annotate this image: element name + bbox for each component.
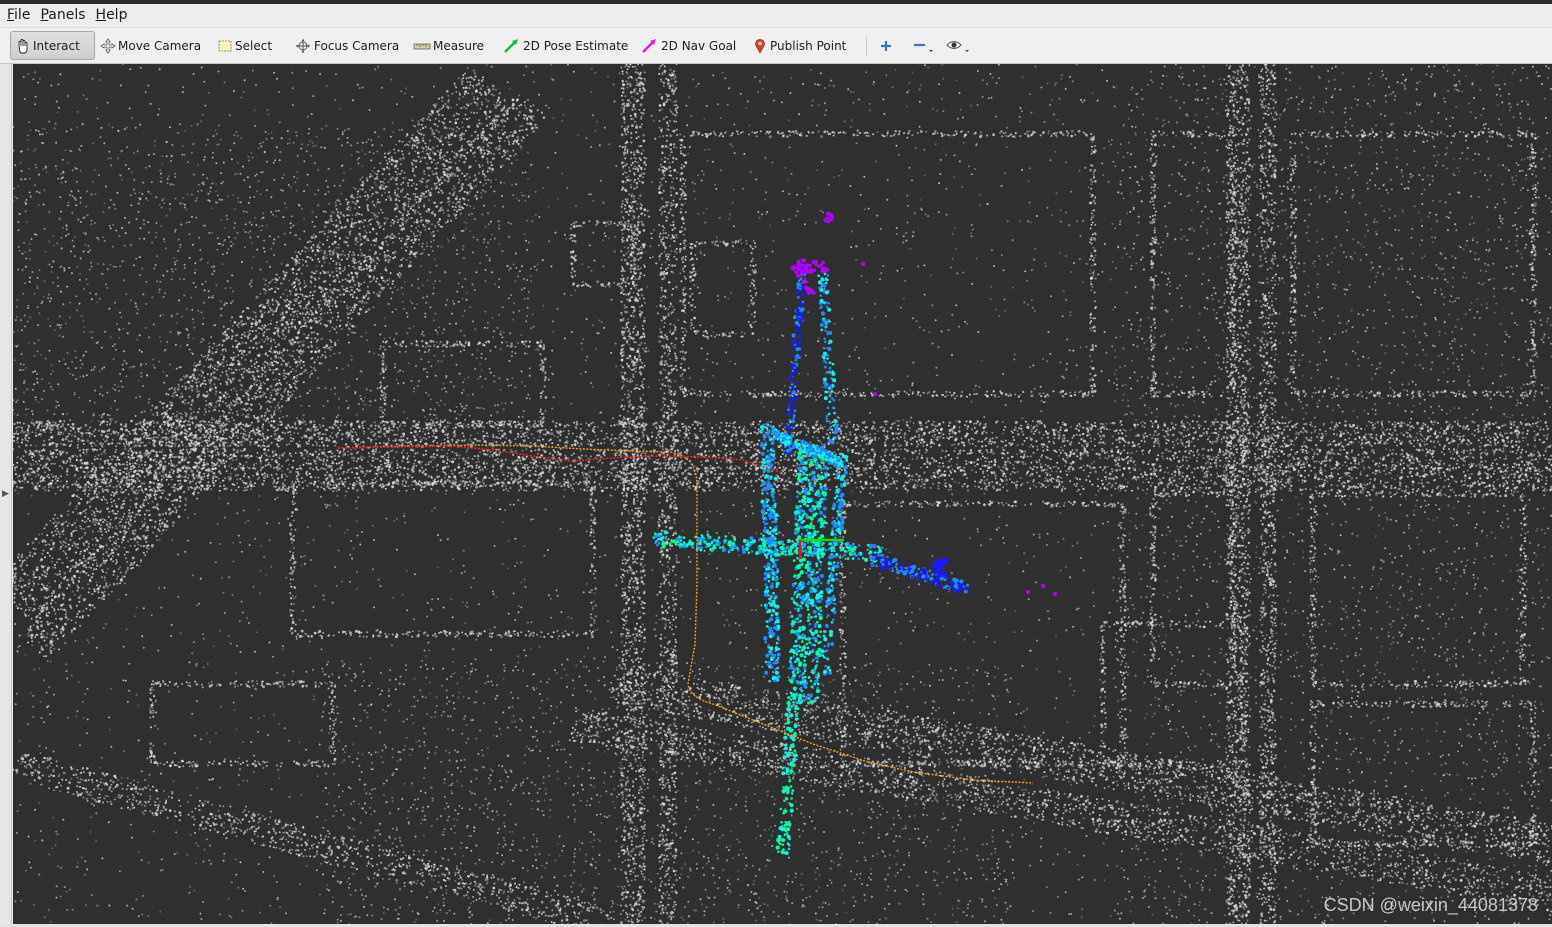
focus-camera-icon (294, 38, 312, 54)
menu-file-accel: F (7, 7, 14, 23)
2d-pose-estimate-tool-button[interactable]: 2D Pose Estimate (499, 31, 632, 60)
select-tool-button[interactable]: Select (213, 31, 276, 60)
interact-label: Interact (33, 39, 80, 53)
move-camera-label: Move Camera (118, 39, 201, 53)
publish-point-tool-button[interactable]: Publish Point (748, 31, 850, 60)
menu-file[interactable]: File (4, 7, 37, 23)
publish-point-label: Publish Point (770, 39, 846, 53)
tools-toolbar: Interact Move Camera Select Focus Camera… (0, 27, 1552, 64)
tool-visibility-button[interactable] (941, 31, 977, 60)
2d-nav-goal-tool-button[interactable]: 2D Nav Goal (637, 31, 740, 60)
green-arrow-icon (503, 38, 521, 54)
menubar: File Panels Help (0, 4, 1552, 26)
left-dock-collapsed[interactable]: ▶ (0, 64, 12, 924)
map-pin-icon (752, 38, 768, 54)
interact-tool-button[interactable]: Interact (10, 31, 95, 60)
menu-panels[interactable]: Panels (37, 7, 92, 23)
menu-file-label: ile (14, 7, 30, 23)
menu-panels-label: anels (48, 7, 85, 23)
eye-icon (945, 37, 971, 55)
measure-tool-button[interactable]: Measure (409, 31, 488, 60)
add-tool-button[interactable] (874, 31, 900, 60)
menu-help-label: elp (106, 7, 127, 23)
watermark-text: CSDN @weixin_44081378 (1324, 895, 1538, 916)
point-cloud-scene (13, 64, 1552, 924)
expand-dock-arrow-icon[interactable]: ▶ (2, 489, 9, 499)
select-label: Select (235, 39, 272, 53)
focus-camera-tool-button[interactable]: Focus Camera (290, 31, 403, 60)
select-icon (217, 38, 233, 54)
2d-nav-goal-label: 2D Nav Goal (661, 39, 736, 53)
toolbar-separator (866, 36, 867, 56)
hand-icon (15, 38, 31, 54)
3d-render-viewport[interactable]: CSDN @weixin_44081378 (13, 64, 1552, 924)
remove-tool-button[interactable] (907, 31, 941, 60)
ruler-icon (413, 38, 431, 54)
focus-camera-label: Focus Camera (314, 39, 399, 53)
menu-help-accel: H (96, 7, 107, 23)
plus-icon (878, 38, 894, 54)
magenta-arrow-icon (641, 38, 659, 54)
measure-label: Measure (433, 39, 484, 53)
menu-help[interactable]: Help (93, 7, 135, 23)
viewport-background (13, 64, 1552, 924)
move-camera-icon (100, 38, 116, 54)
2d-pose-estimate-label: 2D Pose Estimate (523, 39, 628, 53)
move-camera-tool-button[interactable]: Move Camera (96, 31, 205, 60)
minus-icon (911, 37, 935, 55)
